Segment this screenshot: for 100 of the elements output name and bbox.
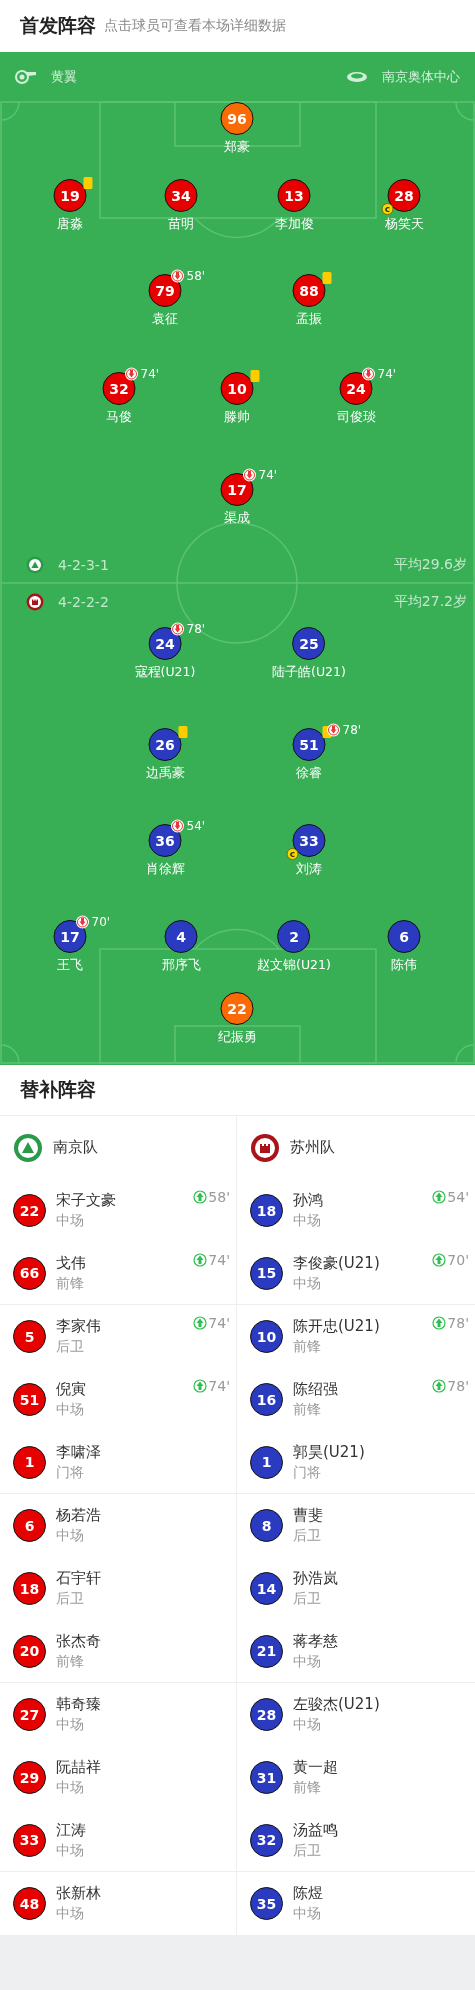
player-position: 中场: [56, 1212, 85, 1230]
player-position: 前锋: [56, 1274, 85, 1293]
player-number[interactable]: 1: [250, 1445, 283, 1479]
formation-label: 4-2-2-2: [58, 594, 109, 610]
player-name: 阮喆祥: [56, 1758, 101, 1777]
substitution-minute: 74': [140, 367, 160, 381]
substitution-off-icon: [170, 622, 185, 636]
player-number[interactable]: 20: [13, 1634, 46, 1668]
substitution-minute: 78': [186, 622, 206, 636]
player-name: 韩奇臻: [56, 1695, 101, 1714]
player-name: 杨笑天: [384, 216, 424, 233]
player-number[interactable]: 27: [13, 1698, 46, 1731]
player-name: 孟振: [296, 311, 322, 328]
whistle-icon: [15, 70, 37, 84]
player-number[interactable]: 21: [250, 1634, 283, 1668]
player-number[interactable]: 10: [250, 1320, 283, 1353]
player-number[interactable]: 28: [250, 1698, 283, 1731]
player-position: 前锋: [293, 1338, 322, 1356]
crest-icon: [26, 556, 44, 574]
player-number[interactable]: 1: [13, 1445, 46, 1479]
substitution-minute: 58': [186, 269, 206, 283]
player-position: 前锋: [293, 1779, 322, 1797]
player-number[interactable]: 51: [13, 1383, 46, 1416]
player-position: 门将: [293, 1463, 322, 1482]
player-position: 后卫: [293, 1841, 322, 1860]
player-position: 中场: [56, 1716, 85, 1734]
player-name: 马俊: [106, 409, 132, 426]
player-name: 倪寅: [56, 1380, 86, 1399]
player-number[interactable]: 29: [13, 1761, 46, 1794]
player-position: 后卫: [56, 1590, 85, 1608]
average-age: 平均29.6岁: [393, 556, 467, 574]
section-title: 替补阵容: [20, 1077, 96, 1102]
player-position: 中场: [56, 1841, 85, 1860]
player-name: 李啸泽: [56, 1442, 101, 1462]
player-name: 郭昊(U21): [293, 1442, 365, 1462]
player-name: 陆子皓(U21): [272, 664, 346, 681]
player-number[interactable]: 18: [250, 1194, 283, 1227]
player-name: 宋子文豪: [56, 1191, 116, 1210]
substitution-on-icon: [193, 1379, 208, 1393]
player-number[interactable]: 22: [13, 1194, 46, 1227]
player-name: 张新林: [56, 1884, 101, 1903]
player-number[interactable]: 35: [250, 1887, 283, 1920]
team-name: 苏州队: [290, 1138, 335, 1157]
player-name: 袁征: [152, 311, 178, 328]
substitution-on-icon: [432, 1253, 447, 1267]
player-position: 中场: [56, 1401, 85, 1419]
substitution-off-icon: [361, 367, 376, 381]
substitution-on-icon: [432, 1316, 447, 1330]
player-number[interactable]: 6: [13, 1509, 46, 1542]
player-name: 孙浩岚: [293, 1569, 338, 1588]
substitution-minute: 78': [447, 1378, 469, 1394]
player-name: 纪振勇: [217, 1029, 257, 1046]
substitution-on-icon: [193, 1316, 208, 1330]
player-number[interactable]: 18: [13, 1572, 46, 1605]
player-number[interactable]: 16: [250, 1383, 283, 1416]
player-number[interactable]: 66: [13, 1256, 46, 1290]
stadium-icon: [346, 71, 368, 83]
substitution-off-icon: [170, 819, 185, 833]
crest-icon: [250, 1132, 280, 1163]
player-name: 苗明: [168, 216, 194, 233]
player-number[interactable]: 14: [250, 1572, 283, 1605]
player-name: 徐睿: [296, 765, 322, 782]
player-name: 边禹豪: [145, 765, 185, 782]
player-number[interactable]: 31: [250, 1761, 283, 1794]
player-position: 后卫: [293, 1527, 322, 1545]
player-name: 蒋孝慈: [293, 1631, 338, 1651]
player-name: 江涛: [56, 1820, 86, 1840]
substitution-minute: 74': [258, 468, 278, 482]
player-name: 张杰奇: [56, 1631, 101, 1651]
substitution-minute: 78': [342, 723, 362, 737]
player-name: 左骏杰(U21): [293, 1695, 380, 1714]
substitution-on-icon: [193, 1253, 208, 1267]
player-number[interactable]: 33: [13, 1823, 46, 1857]
substitution-off-icon: [124, 367, 139, 381]
player-position: 中场: [293, 1905, 322, 1923]
substitution-minute: 54': [447, 1189, 469, 1205]
substitution-off-icon: [242, 468, 257, 482]
player-name: 渠成: [224, 510, 250, 527]
player-number[interactable]: 32: [250, 1823, 283, 1857]
player-number[interactable]: 15: [250, 1256, 283, 1290]
section-title: 首发阵容: [20, 13, 96, 38]
player-number[interactable]: 5: [13, 1320, 46, 1353]
player-number[interactable]: 8: [250, 1509, 283, 1542]
player-position: 中场: [56, 1905, 85, 1923]
player-name: 李家伟: [56, 1317, 101, 1336]
player-position: 前锋: [293, 1401, 322, 1419]
player-number[interactable]: 48: [13, 1887, 46, 1920]
player-name: 肖徐辉: [145, 861, 185, 878]
player-name: 陈绍强: [293, 1380, 338, 1399]
player-name: 石宇轩: [56, 1569, 101, 1588]
substitution-minute: 58': [208, 1189, 230, 1205]
substitution-minute: 54': [186, 819, 206, 833]
average-age: 平均27.2岁: [393, 593, 467, 611]
substitution-on-icon: [193, 1190, 208, 1204]
player-name: 黄一超: [293, 1758, 338, 1777]
player-name: 刘涛: [296, 861, 322, 878]
player-name: 陈伟: [391, 957, 417, 974]
player-name: 寇程(U21): [134, 664, 196, 681]
referee-name: 黄翼: [51, 68, 77, 86]
stadium-name: 南京奥体中心: [382, 68, 460, 86]
